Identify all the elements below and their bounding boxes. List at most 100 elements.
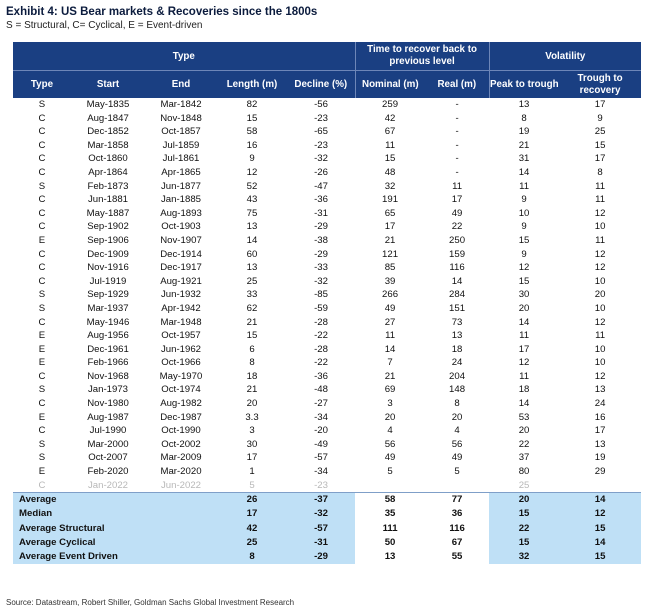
table-row: C Jan-2022 Jun-2022 5 -23 25 bbox=[13, 479, 641, 493]
cell-nominal: 85 bbox=[384, 262, 396, 274]
cell-nominal: 67 bbox=[384, 126, 396, 138]
cell-real: 250 bbox=[449, 234, 466, 246]
cell-peak-to-trough: 9 bbox=[521, 248, 527, 260]
cell-nominal: 11 bbox=[385, 139, 396, 151]
cell-real: 24 bbox=[451, 357, 463, 369]
summary-decline: -31 bbox=[287, 535, 356, 551]
cell-nominal: 15 bbox=[384, 153, 396, 165]
cell-trough-to-recovery: 19 bbox=[594, 452, 606, 464]
cell-peak-to-trough: 8 bbox=[521, 112, 527, 124]
cell-type: C bbox=[38, 139, 46, 151]
cell-nominal: 191 bbox=[382, 194, 399, 206]
cell-peak-to-trough: 9 bbox=[521, 221, 527, 233]
cell-end: Aug-1893 bbox=[160, 207, 202, 219]
cell-start: Oct-1860 bbox=[88, 153, 128, 165]
cell-end: Jul-1859 bbox=[162, 139, 200, 151]
cell-peak-to-trough: 21 bbox=[518, 139, 530, 151]
cell-end: Dec-1914 bbox=[160, 248, 202, 260]
cell-nominal: 39 bbox=[384, 275, 396, 287]
cell-length: 82 bbox=[246, 99, 258, 110]
col-header-real: Real (m) bbox=[425, 70, 490, 98]
cell-peak-to-trough: 14 bbox=[518, 316, 530, 328]
table-row: S Oct-2007 Mar-2009 17 -57 49 49 37 19 bbox=[13, 451, 641, 465]
cell-length: 9 bbox=[249, 153, 255, 165]
cell-trough-to-recovery: 8 bbox=[597, 166, 603, 178]
cell-type: C bbox=[38, 153, 46, 165]
cell-real: 8 bbox=[454, 398, 460, 410]
cell-length: 15 bbox=[246, 112, 258, 124]
table-row: C Mar-1858 Jul-1859 16 -23 11 - 21 15 bbox=[13, 139, 641, 153]
summary-real: 77 bbox=[425, 492, 490, 508]
cell-end: Jun-2022 bbox=[160, 479, 201, 491]
cell-nominal: 5 bbox=[387, 466, 393, 478]
cell-start: Dec-1852 bbox=[87, 126, 129, 138]
cell-decline: -22 bbox=[314, 357, 328, 369]
cell-peak-to-trough: 19 bbox=[518, 126, 530, 138]
cell-peak-to-trough: 14 bbox=[518, 166, 530, 178]
cell-start: Sep-1929 bbox=[87, 289, 129, 301]
cell-decline: -47 bbox=[314, 180, 328, 192]
cell-real: - bbox=[455, 126, 459, 138]
summary-nominal: 111 bbox=[355, 521, 426, 536]
cell-nominal: 42 bbox=[384, 112, 396, 124]
cell-decline: -26 bbox=[314, 166, 328, 178]
cell-type: C bbox=[38, 221, 46, 233]
summary-nominal: 35 bbox=[355, 507, 426, 522]
table-row: E Aug-1987 Dec-1987 3.3 -34 20 20 53 16 bbox=[13, 411, 641, 425]
cell-length: 58 bbox=[246, 126, 258, 138]
table-row: C Oct-1860 Jul-1861 9 -32 15 - 31 17 bbox=[13, 152, 641, 166]
summary-nominal: 50 bbox=[355, 535, 426, 551]
cell-start: Sep-1906 bbox=[87, 234, 129, 246]
cell-trough-to-recovery: 17 bbox=[594, 425, 606, 437]
cell-type: E bbox=[38, 343, 46, 355]
cell-start: Jan-1973 bbox=[87, 384, 128, 396]
summary-real: 67 bbox=[425, 535, 490, 551]
cell-real: 56 bbox=[451, 438, 463, 450]
cell-type: C bbox=[38, 112, 46, 124]
cell-nominal: 7 bbox=[387, 357, 393, 369]
cell-start: Feb-1966 bbox=[87, 357, 129, 369]
cell-peak-to-trough: 37 bbox=[518, 452, 530, 464]
table-row: C Jul-1990 Oct-1990 3 -20 4 4 20 17 bbox=[13, 424, 641, 438]
cell-end: Oct-1857 bbox=[161, 126, 201, 138]
group-header-volatility: Volatility bbox=[488, 42, 642, 71]
summary-label: Average Cyclical bbox=[13, 535, 217, 551]
table-header: Type Time to recover back to previous le… bbox=[13, 42, 642, 98]
cell-type: C bbox=[38, 275, 46, 287]
cell-start: Jun-1881 bbox=[87, 194, 128, 206]
cell-nominal: 259 bbox=[382, 99, 399, 110]
cell-start: Nov-1916 bbox=[87, 262, 129, 274]
cell-type: S bbox=[38, 289, 46, 301]
table-row: C Aug-1847 Nov-1848 15 -23 42 - 8 9 bbox=[13, 112, 641, 126]
summary-label: Average bbox=[13, 492, 217, 508]
table-row: C Jun-1881 Jan-1885 43 -36 191 17 9 11 bbox=[13, 193, 641, 207]
cell-peak-to-trough: 17 bbox=[518, 343, 530, 355]
cell-decline: -32 bbox=[314, 275, 328, 287]
summary-decline: -29 bbox=[287, 550, 356, 565]
table-row: E Feb-2020 Mar-2020 1 -34 5 5 80 29 bbox=[13, 465, 641, 479]
cell-decline: -32 bbox=[314, 153, 328, 165]
exhibit-title: Exhibit 4: US Bear markets & Recoveries … bbox=[6, 6, 318, 18]
cell-length: 8 bbox=[249, 357, 255, 369]
cell-length: 17 bbox=[246, 452, 258, 464]
table-row: E Aug-1956 Oct-1957 15 -22 11 13 11 11 bbox=[13, 329, 641, 343]
summary-length: 8 bbox=[217, 550, 287, 565]
cell-trough-to-recovery: 15 bbox=[594, 139, 606, 151]
cell-trough-to-recovery: 12 bbox=[594, 262, 606, 274]
bear-markets-table: Type Time to recover back to previous le… bbox=[13, 42, 642, 565]
summary-nominal: 13 bbox=[355, 550, 426, 565]
cell-peak-to-trough: 12 bbox=[518, 357, 530, 369]
cell-real: - bbox=[455, 139, 459, 151]
cell-end: Apr-1865 bbox=[161, 166, 201, 178]
cell-peak-to-trough: 18 bbox=[518, 384, 530, 396]
summary-length: 42 bbox=[217, 521, 287, 536]
cell-decline: -20 bbox=[314, 425, 328, 437]
cell-decline: -85 bbox=[314, 289, 328, 301]
col-header-start: Start bbox=[71, 70, 145, 98]
cell-nominal: 49 bbox=[384, 302, 396, 314]
cell-length: 21 bbox=[246, 384, 258, 396]
cell-decline: -38 bbox=[314, 234, 328, 246]
cell-nominal: 32 bbox=[384, 180, 396, 192]
cell-decline: -29 bbox=[314, 248, 328, 260]
cell-type: E bbox=[38, 411, 46, 423]
